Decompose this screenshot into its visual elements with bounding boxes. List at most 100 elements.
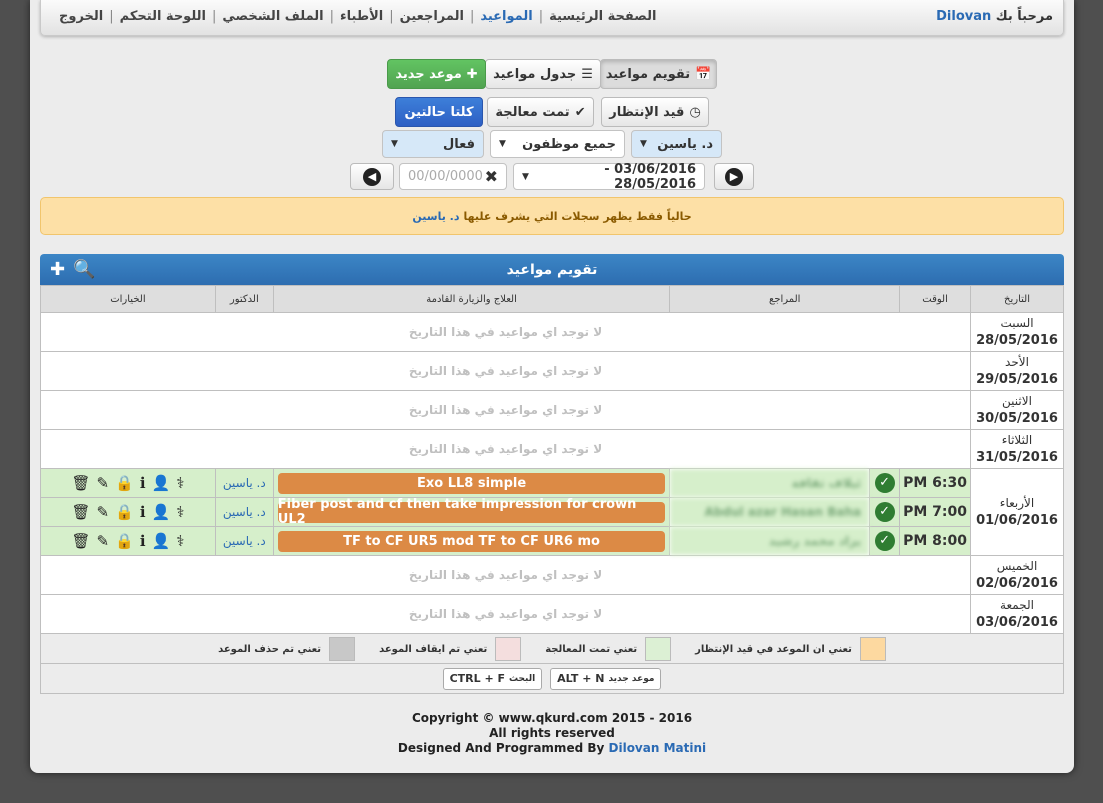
calendar-icon: 📅 bbox=[695, 66, 712, 82]
status-select[interactable]: فعال ▼ bbox=[382, 130, 484, 158]
day-cell: الثلاثاء 31/05/2016 bbox=[970, 429, 1064, 469]
nav-patients[interactable]: المراجعين bbox=[400, 9, 464, 24]
table-row: السبت 28/05/2016 لا توجد اي مواعيد في هذا… bbox=[39, 312, 1064, 352]
new-appointment-button[interactable]: ✚ موعد جديد bbox=[387, 59, 486, 89]
main-nav: الصفحة الرئيسية | المواعيد | المراجعين | ال… bbox=[59, 9, 657, 24]
doctor-link[interactable]: د. ياسين bbox=[214, 497, 274, 527]
doctor-select[interactable]: د. ياسين ▼ bbox=[631, 130, 722, 158]
top-navbar: مرحباً بك Dilovan الصفحة الرئيسية | الموا… bbox=[40, 0, 1064, 36]
info-icon[interactable]: ℹ bbox=[140, 532, 146, 550]
pencil-icon[interactable]: ✎ bbox=[97, 474, 110, 492]
patient-name[interactable]: Abdul azar Hasan Baha bbox=[669, 497, 871, 527]
caret-down-icon: ▼ bbox=[391, 139, 398, 149]
prev-week-button[interactable]: ◀ bbox=[350, 163, 394, 190]
day-cell: الأربعاء 01/06/2016 bbox=[970, 468, 1064, 556]
row-options: ⚕ 👤 ℹ 🔒 ✎ 🗑 bbox=[40, 526, 216, 556]
author-link[interactable]: Dilovan Matini bbox=[609, 741, 707, 755]
table-row: الاثنين 30/05/2016 لا توجد اي مواعيد في ه… bbox=[39, 390, 1064, 430]
table-view-button[interactable]: ☰ جدول مواعيد bbox=[485, 59, 601, 89]
calendar-header: تقويم مواعيد ✚ 🔍 bbox=[40, 254, 1064, 285]
add-icon[interactable]: ✚ bbox=[50, 259, 65, 280]
table-row: الأحد 29/05/2016 لا توجد اي مواعيد في هذا… bbox=[39, 351, 1064, 391]
waiting-filter-button[interactable]: ◷ قيد الإنتظار bbox=[601, 97, 709, 127]
legend-row: تعني ان الموعد في قيد الإنتظار تعني تمت … bbox=[40, 633, 1064, 664]
clock-icon: ◷ bbox=[689, 104, 701, 120]
trash-icon[interactable]: 🗑 bbox=[72, 503, 91, 521]
stethoscope-icon[interactable]: ⚕ bbox=[176, 503, 184, 521]
check-circle-icon: ✓ bbox=[874, 473, 895, 493]
patient-name[interactable]: ئيلاف ثقافة bbox=[669, 468, 871, 498]
lock-icon[interactable]: 🔒 bbox=[115, 503, 134, 521]
stethoscope-icon[interactable]: ⚕ bbox=[176, 532, 184, 550]
main-panel: مرحباً بك Dilovan الصفحة الرئيسية | الموا… bbox=[30, 0, 1074, 773]
nav-control-panel[interactable]: اللوحة التحكم bbox=[120, 9, 206, 24]
day-cell: الاثنين 30/05/2016 bbox=[970, 390, 1064, 430]
day-cell: الأحد 29/05/2016 bbox=[970, 351, 1064, 391]
legend-stopped: تعني تم ايقاف الموعد bbox=[379, 636, 522, 661]
username-link[interactable]: Dilovan bbox=[936, 9, 991, 24]
clear-icon[interactable]: ✖ bbox=[485, 167, 498, 186]
check-circle-icon: ✔ bbox=[574, 104, 586, 120]
patient-name[interactable]: يزاد محمد رشيد bbox=[669, 526, 871, 556]
check-circle-icon: ✓ bbox=[874, 531, 895, 551]
caret-down-icon: ▼ bbox=[499, 139, 506, 149]
calendar-view-button[interactable]: 📅 تقويم مواعيد bbox=[600, 59, 717, 89]
date-range-select[interactable]: 03/06/2016 - 28/05/2016 ▼ bbox=[513, 162, 705, 192]
pencil-icon[interactable]: ✎ bbox=[97, 532, 110, 550]
shortcut-new: موعد جديد ALT + N bbox=[550, 667, 662, 690]
chevron-left-icon: ◀ bbox=[363, 167, 381, 186]
staff-select[interactable]: جميع موظفون ▼ bbox=[490, 130, 625, 158]
legend-treated: تعني تمت المعالجة bbox=[545, 636, 672, 661]
chevron-right-icon: ▶ bbox=[725, 167, 743, 186]
both-filter-button[interactable]: كلتا حالتين bbox=[395, 97, 483, 127]
legend-deleted: تعني تم حذف الموعد bbox=[218, 636, 356, 661]
row-options: ⚕ 👤 ℹ 🔒 ✎ 🗑 bbox=[40, 468, 216, 498]
day-cell: الجمعة 03/06/2016 bbox=[970, 594, 1064, 634]
day-cell: الخميس 02/06/2016 bbox=[970, 555, 1064, 595]
user-icon[interactable]: 👤 bbox=[152, 474, 171, 492]
lock-icon[interactable]: 🔒 bbox=[115, 474, 134, 492]
nav-profile[interactable]: الملف الشخصي bbox=[222, 9, 323, 24]
legend-waiting: تعني ان الموعد في قيد الإنتظار bbox=[695, 636, 886, 661]
stethoscope-icon[interactable]: ⚕ bbox=[176, 474, 184, 492]
user-icon[interactable]: 👤 bbox=[152, 503, 171, 521]
alert-doctor-link[interactable]: د. ياسين bbox=[412, 210, 459, 223]
user-icon[interactable]: 👤 bbox=[152, 532, 171, 550]
info-icon[interactable]: ℹ bbox=[140, 503, 146, 521]
nav-appointments[interactable]: المواعيد bbox=[480, 9, 532, 24]
appointment-row[interactable]: PM 8:00 ✓ يزاد محمد رشيد TF to CF UR5 mo… bbox=[40, 526, 1064, 556]
doctor-link[interactable]: د. ياسين bbox=[214, 526, 274, 556]
treatment-label[interactable]: Fiber post and cf then take impression f… bbox=[277, 497, 666, 527]
appointment-row[interactable]: PM 7:00 ✓ Abdul azar Hasan Baha Fiber po… bbox=[40, 497, 1064, 527]
lock-icon[interactable]: 🔒 bbox=[115, 532, 134, 550]
shortcut-search: البحث CTRL + F bbox=[442, 667, 543, 690]
caret-down-icon: ▼ bbox=[640, 139, 647, 149]
treatment-label[interactable]: Exo LL8 simple bbox=[277, 472, 666, 494]
nav-logout[interactable]: الخروج bbox=[59, 9, 103, 24]
plus-icon: ✚ bbox=[466, 66, 478, 82]
trash-icon[interactable]: 🗑 bbox=[72, 532, 91, 550]
info-icon[interactable]: ℹ bbox=[140, 474, 146, 492]
table-row: الخميس 02/06/2016 لا توجد اي مواعيد في هذ… bbox=[39, 555, 1064, 595]
shortcuts-row: موعد جديد ALT + N البحث CTRL + F bbox=[40, 663, 1064, 694]
treatment-label[interactable]: TF to CF UR5 mod TF to CF UR6 mo bbox=[277, 530, 666, 552]
nav-doctors[interactable]: الأطباء bbox=[340, 9, 383, 24]
caret-down-icon: ▼ bbox=[522, 171, 529, 182]
calendar-title: تقويم مواعيد bbox=[506, 261, 598, 278]
calendar-table: التاريخ الوقت المراجع العلاج والزيارة ال… bbox=[39, 285, 1064, 694]
appointment-row[interactable]: الأربعاء 01/06/2016 PM 6:30 ✓ ئيلاف ثقافة… bbox=[40, 468, 1064, 556]
trash-icon[interactable]: 🗑 bbox=[72, 474, 91, 492]
table-row: الثلاثاء 31/05/2016 لا توجد اي مواعيد في … bbox=[39, 429, 1064, 469]
treated-filter-button[interactable]: ✔ تمت معالجة bbox=[487, 97, 594, 127]
footer: Copyright © www.qkurd.com 2015 - 2016 Al… bbox=[397, 711, 707, 755]
next-week-button[interactable]: ▶ bbox=[714, 163, 754, 190]
date-input[interactable]: 00/00/0000 ✖ bbox=[399, 163, 507, 190]
nav-home[interactable]: الصفحة الرئيسية bbox=[549, 9, 656, 24]
info-alert: حالياً فقط يظهر سجلات التي يشرف عليها د.… bbox=[40, 197, 1064, 235]
pencil-icon[interactable]: ✎ bbox=[97, 503, 110, 521]
welcome-prefix: مرحباً بك bbox=[995, 9, 1053, 24]
search-icon[interactable]: 🔍 bbox=[73, 259, 95, 280]
welcome-text: مرحباً بك Dilovan bbox=[936, 9, 1053, 24]
doctor-link[interactable]: د. ياسين bbox=[214, 468, 274, 498]
table-row: الجمعة 03/06/2016 لا توجد اي مواعيد في هذ… bbox=[39, 594, 1064, 634]
